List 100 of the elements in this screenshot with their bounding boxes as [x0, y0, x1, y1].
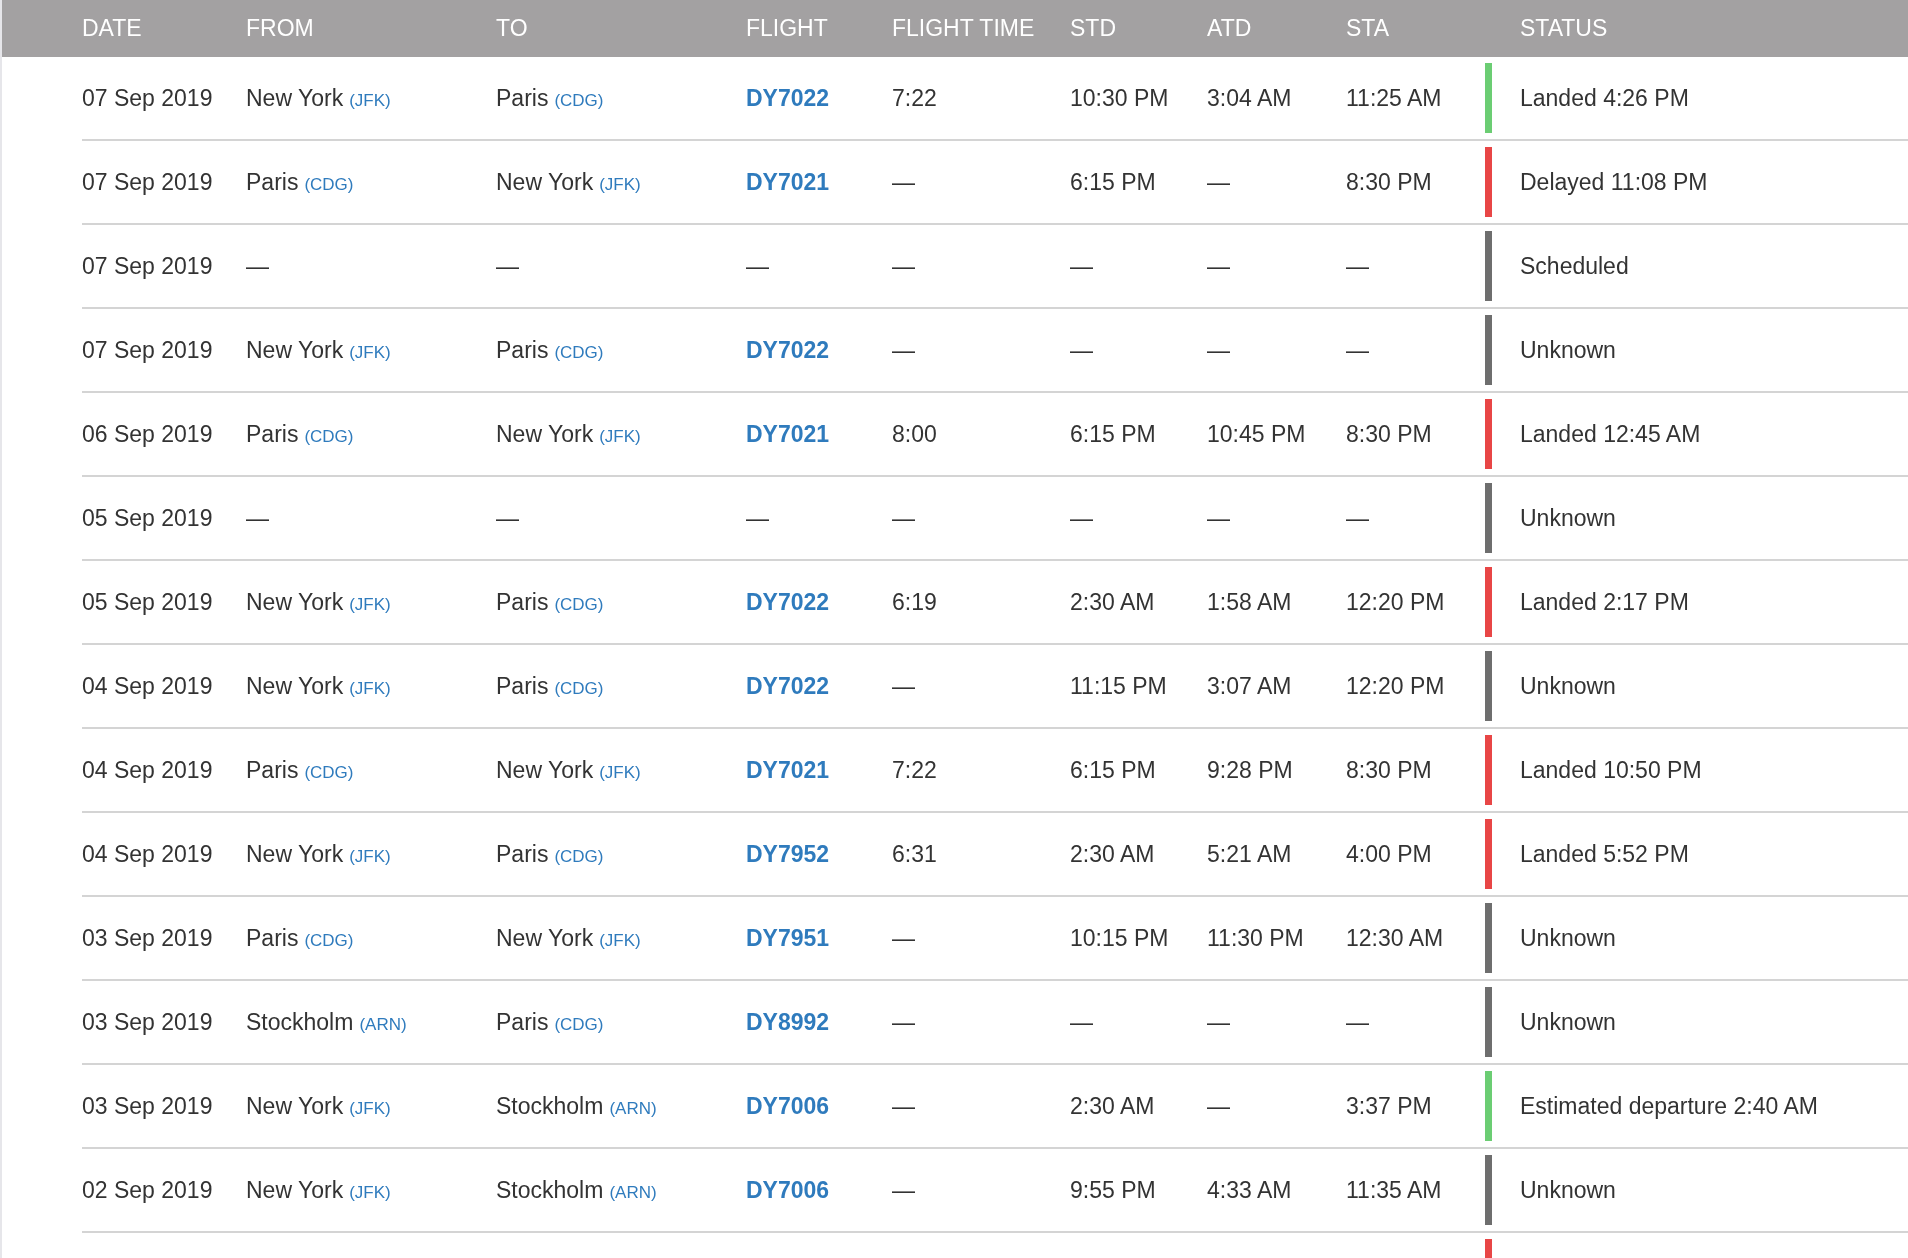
airport-code: (ARN) [359, 1014, 407, 1035]
flight-link[interactable]: DY8992 [746, 1008, 892, 1036]
flight-link[interactable]: DY7022 [746, 84, 892, 112]
city-name: Paris [246, 168, 299, 196]
column-header: FROM [246, 15, 315, 42]
atd-cell-text: 3:04 AM [1207, 84, 1293, 112]
flight-time-cell-text: 7:22 [892, 84, 938, 112]
flight-cell-text: — [746, 504, 770, 532]
airport-code: (JFK) [599, 762, 641, 783]
city-name: Paris [496, 84, 549, 112]
airport-code: (CDG) [554, 1014, 604, 1035]
flight-time-cell-text: — [892, 1176, 916, 1204]
flight-time-cell-text: 7:22 [892, 756, 938, 784]
date-cell-text: 07 Sep 2019 [82, 336, 214, 364]
std-cell-text: — [1070, 336, 1094, 364]
flight-link[interactable]: DY7951 [746, 924, 892, 952]
atd-cell-text: — [1207, 1008, 1231, 1036]
sta-cell-text: — [1346, 252, 1370, 280]
flight-link[interactable]: DY7022 [746, 336, 892, 364]
city-name: New York [246, 336, 344, 364]
std-cell-text: 2:30 AM [1070, 1092, 1156, 1120]
sta-cell-text: 4:00 PM [1346, 840, 1433, 868]
date-cell-text: 04 Sep 2019 [82, 756, 214, 784]
status-cell-text: Unknown [1520, 504, 1617, 532]
airport-code: (JFK) [599, 426, 641, 447]
status-cell-text: Unknown [1520, 1176, 1617, 1204]
airport-code: (CDG) [304, 930, 354, 951]
status-cell-text: Landed 5:52 PM [1520, 840, 1690, 868]
atd-cell-text: — [1207, 336, 1231, 364]
status-cell-text: Landed 12:45 AM [1520, 420, 1702, 448]
airport-code: (JFK) [349, 1182, 391, 1203]
date-cell-text: 07 Sep 2019 [82, 168, 214, 196]
std-cell-text: 6:15 PM [1070, 168, 1157, 196]
city-name: Paris [496, 840, 549, 868]
flight-link[interactable]: DY7021 [746, 168, 892, 196]
status-cell-text: Delayed 11:08 PM [1520, 168, 1709, 196]
date-cell-text: 07 Sep 2019 [82, 252, 214, 280]
date-cell-text: 06 Sep 2019 [82, 420, 214, 448]
city-name: New York [246, 672, 344, 700]
flight-cell-text: — [746, 252, 770, 280]
flight-link[interactable]: DY7021 [746, 420, 892, 448]
atd-cell-text: — [1207, 168, 1231, 196]
atd-cell-text: 9:28 PM [1207, 756, 1294, 784]
airport-code: (JFK) [349, 678, 391, 699]
city-name: New York [246, 588, 344, 616]
atd-cell-text: 10:45 PM [1207, 420, 1307, 448]
city-name: New York [246, 1176, 344, 1204]
column-header: STATUS [1520, 15, 1609, 42]
airport-code: (CDG) [554, 678, 604, 699]
flight-time-cell-text: — [892, 672, 916, 700]
flight-time-cell-text: 6:31 [892, 840, 938, 868]
date-cell-text: 03 Sep 2019 [82, 1008, 214, 1036]
std-cell-text: — [1070, 252, 1094, 280]
city-name: — [496, 252, 519, 280]
airport-code: (CDG) [554, 90, 604, 111]
sta-cell-text: — [1346, 504, 1370, 532]
city-name: — [246, 504, 269, 532]
atd-cell-text: — [1207, 1092, 1231, 1120]
airport-code: (JFK) [349, 90, 391, 111]
flight-link[interactable]: DY7021 [746, 756, 892, 784]
city-name: New York [496, 168, 594, 196]
airport-code: (JFK) [349, 846, 391, 867]
city-name: Paris [496, 1008, 549, 1036]
column-header: DATE [82, 15, 143, 42]
airport-code: (JFK) [349, 342, 391, 363]
flight-time-cell-text: — [892, 1008, 916, 1036]
sta-cell-text: 12:20 PM [1346, 672, 1446, 700]
sta-cell-text: 12:30 AM [1346, 924, 1445, 952]
city-name: Stockholm [496, 1092, 604, 1120]
status-cell-text: Scheduled [1520, 252, 1630, 280]
atd-cell-text: 11:30 PM [1207, 924, 1305, 952]
flight-time-cell-text: — [892, 336, 916, 364]
flight-link[interactable]: DY7952 [746, 840, 892, 868]
flight-time-cell-text: — [892, 504, 916, 532]
flight-time-cell-text: 6:19 [892, 588, 938, 616]
airport-code: (CDG) [304, 426, 354, 447]
city-name: New York [496, 924, 594, 952]
sta-cell-text: 11:25 AM [1346, 84, 1443, 112]
city-name: Paris [496, 672, 549, 700]
flight-link[interactable]: DY7022 [746, 672, 892, 700]
city-name: New York [246, 1092, 344, 1120]
flight-time-cell-text: — [892, 924, 916, 952]
airport-code: (JFK) [349, 594, 391, 615]
column-header: ATD [1207, 15, 1253, 42]
flight-link[interactable]: DY7022 [746, 588, 892, 616]
date-cell-text: 04 Sep 2019 [82, 672, 214, 700]
status-cell-text: Landed 10:50 PM [1520, 756, 1703, 784]
city-name: New York [496, 420, 594, 448]
status-cell-text: Unknown [1520, 1008, 1617, 1036]
sta-cell-text: 11:35 AM [1346, 1176, 1443, 1204]
sta-cell-text: 8:30 PM [1346, 756, 1433, 784]
std-cell-text: — [1070, 504, 1094, 532]
flight-link[interactable]: DY7006 [746, 1092, 892, 1120]
column-header: TO [496, 15, 529, 42]
city-name: Stockholm [496, 1176, 604, 1204]
flight-time-cell-text: — [892, 168, 916, 196]
sta-cell-text: — [1346, 1008, 1370, 1036]
flight-link[interactable]: DY7006 [746, 1176, 892, 1204]
airport-code: (CDG) [554, 594, 604, 615]
std-cell-text: — [1070, 1008, 1094, 1036]
